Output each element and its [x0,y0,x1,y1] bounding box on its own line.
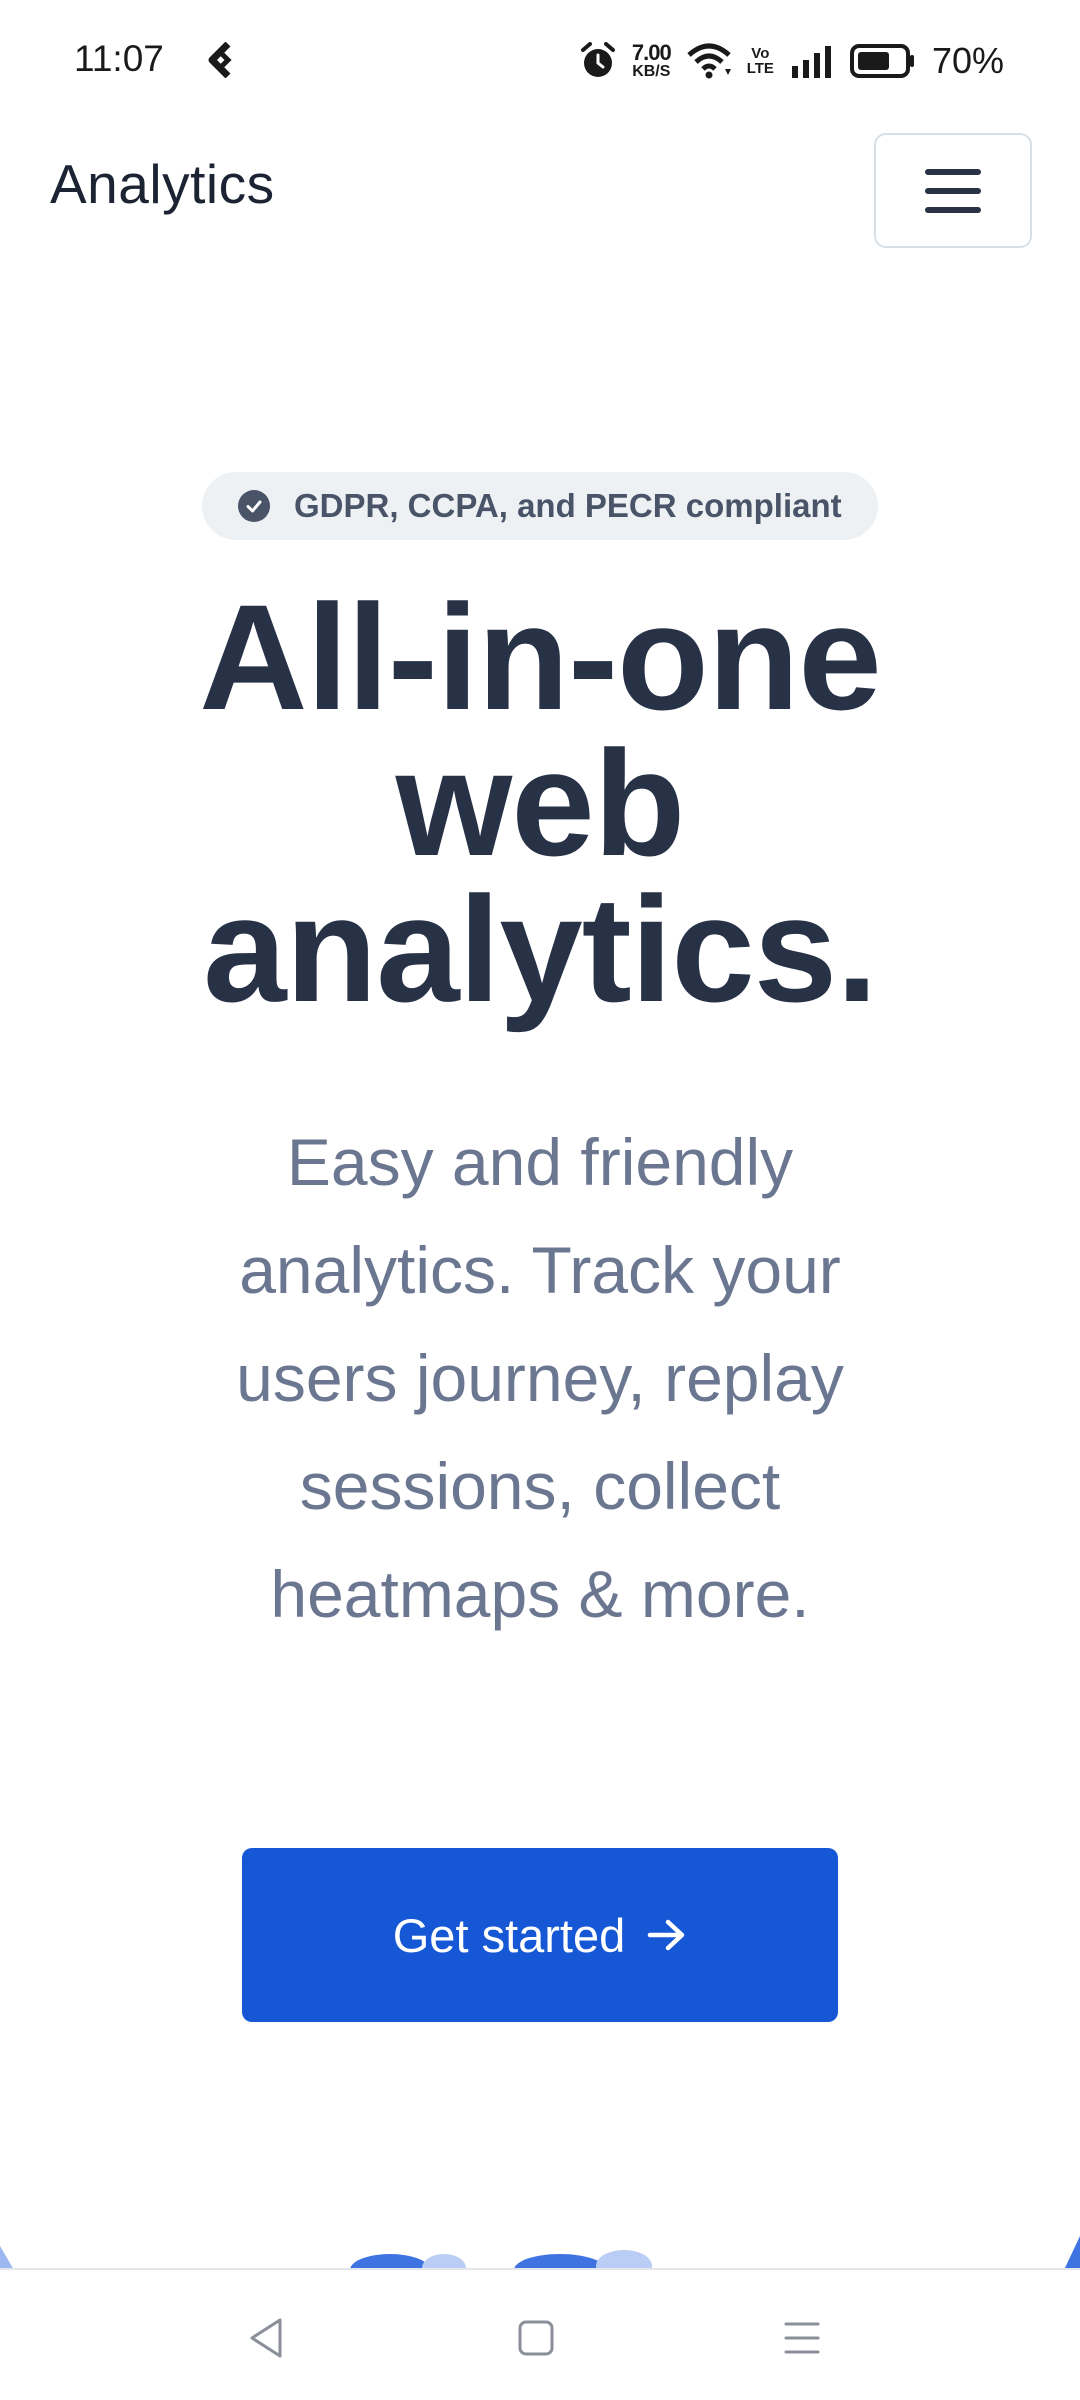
volte-bottom-label: LTE [746,60,774,77]
hamburger-icon [925,168,981,213]
battery-icon [849,44,916,78]
hero-title-line-3: analytics. [203,865,878,1033]
battery-percent: 70% [931,40,1004,81]
get-started-label: Get started [392,1908,626,1962]
get-started-button[interactable]: Get started [242,1848,838,2022]
back-triangle-icon[interactable] [236,2308,296,2368]
menu-lines-icon[interactable] [772,2308,832,2368]
decorative-illustration [0,2236,1080,2270]
hero-subtitle: Easy and friendly analytics. Track your … [236,1125,844,1631]
network-speed-unit: KB/S [632,63,671,80]
arrow-right-icon [647,1918,687,1952]
brand-logo-text[interactable]: Analytics [50,152,275,216]
wifi-icon [687,43,731,79]
alarm-icon [580,42,616,80]
check-circle-icon [238,490,270,522]
signal-icon [790,44,834,78]
system-navigation-bar [0,2268,1080,2400]
status-bar: 11:07 7.00 KB/S Vo LTE 70% [0,0,1080,124]
home-square-icon[interactable] [506,2308,566,2368]
hero-title-line-1: All-in-one [199,573,882,741]
compliance-badge-text: GDPR, CCPA, and PECR compliant [294,487,842,524]
volte-top-label: Vo [751,45,770,62]
app-notification-icon [206,41,234,79]
hero-title-line-2: web [395,719,686,887]
menu-toggle-button[interactable] [874,133,1032,248]
network-speed: 7.00 KB/S [631,40,672,80]
hero-title: All-in-one web analytics. [140,582,940,1024]
volte-indicator: Vo LTE [747,46,774,76]
compliance-badge: GDPR, CCPA, and PECR compliant [202,472,878,540]
status-time: 11:07 [74,38,164,79]
network-speed-value: 7.00 [631,40,672,65]
